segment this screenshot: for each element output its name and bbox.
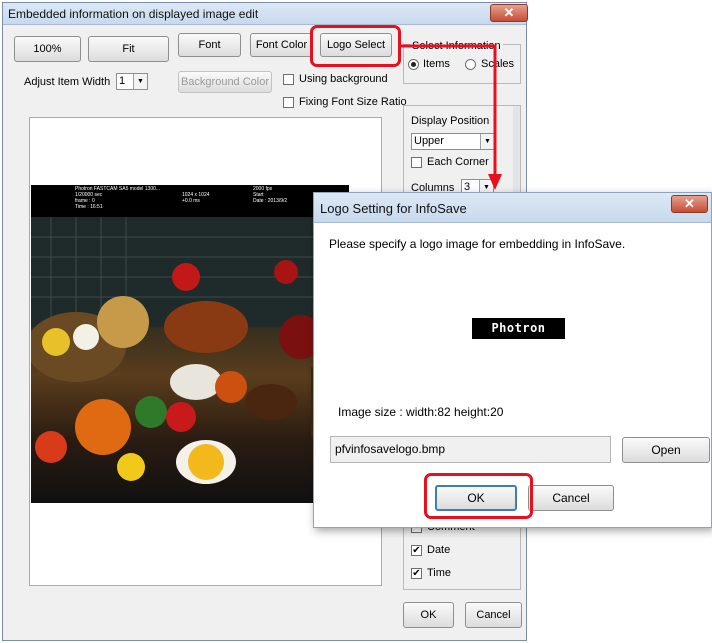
adjust-item-width-label: Adjust Item Width bbox=[24, 76, 111, 88]
overlay-line: +0.0 ms bbox=[182, 198, 200, 204]
font-label: Font bbox=[198, 39, 221, 51]
still-life-photo bbox=[31, 217, 349, 484]
overlay-col1: Photron FASTCAM SA5 model 1300... 1/2000… bbox=[75, 186, 160, 210]
zoom-100-label: 100% bbox=[33, 43, 62, 55]
main-close-button[interactable]: ✕ bbox=[490, 4, 528, 22]
time-checkbox[interactable]: ✔ bbox=[411, 568, 422, 579]
overlay-line: Date : 2013/9/2 bbox=[253, 198, 288, 204]
close-icon: ✕ bbox=[684, 196, 695, 211]
main-titlebar: Embedded information on displayed image … bbox=[3, 3, 528, 25]
font-color-label: Font Color bbox=[255, 39, 308, 51]
image-size-text: Image size : width:82 height:20 bbox=[338, 405, 504, 419]
date-label: Date bbox=[427, 544, 451, 556]
logo-filename-field[interactable]: pfvinfosavelogo.bmp bbox=[330, 436, 611, 463]
using-background-checkbox[interactable] bbox=[283, 74, 294, 85]
background-color-label: Background Color bbox=[180, 76, 270, 88]
background-color-button[interactable]: Background Color bbox=[178, 71, 272, 93]
open-button[interactable]: Open bbox=[622, 437, 710, 463]
dialog-cancel-button[interactable]: Cancel bbox=[528, 485, 614, 511]
using-background-label: Using background bbox=[299, 73, 388, 85]
overlay-col3: 2000 fps Start Date : 2013/9/2 bbox=[253, 186, 287, 204]
fixing-font-size-ratio-checkbox[interactable] bbox=[283, 97, 294, 108]
main-ok-button[interactable]: OK bbox=[403, 602, 454, 628]
open-label: Open bbox=[651, 443, 681, 457]
overlay-line: Time : 16:51 bbox=[75, 204, 103, 210]
dialog-instruction: Please specify a logo image for embeddin… bbox=[329, 237, 626, 251]
checkmark-icon: ✔ bbox=[412, 568, 421, 579]
time-label: Time bbox=[427, 567, 452, 579]
font-button[interactable]: Font bbox=[178, 33, 241, 57]
dialog-cancel-label: Cancel bbox=[552, 491, 590, 505]
adjust-item-width-select[interactable]: 1 ▼ bbox=[116, 73, 148, 90]
dialog-ok-highlight bbox=[424, 473, 533, 519]
overlay-col2: 1024 x 1024 +0.0 ms bbox=[182, 192, 210, 204]
dialog-titlebar: Logo Setting for InfoSave ✕ bbox=[314, 193, 711, 223]
main-ok-label: OK bbox=[420, 609, 437, 621]
logo-filename-value: pfvinfosavelogo.bmp bbox=[335, 442, 446, 456]
fit-label: Fit bbox=[122, 43, 135, 55]
adjust-item-width-value: 1 bbox=[119, 75, 126, 87]
logo-preview-text: Photron bbox=[491, 321, 546, 335]
main-window-title: Embedded information on displayed image … bbox=[8, 7, 259, 21]
font-color-button[interactable]: Font Color bbox=[250, 33, 313, 57]
logo-select-highlight bbox=[310, 25, 401, 67]
fit-button[interactable]: Fit bbox=[88, 36, 169, 62]
dialog-close-button[interactable]: ✕ bbox=[671, 195, 708, 213]
close-icon: ✕ bbox=[503, 5, 515, 20]
main-cancel-label: Cancel bbox=[476, 609, 511, 621]
checkmark-icon: ✔ bbox=[412, 545, 421, 556]
chevron-down-icon: ▼ bbox=[133, 74, 147, 89]
zoom-100-button[interactable]: 100% bbox=[14, 36, 81, 62]
main-cancel-button[interactable]: Cancel bbox=[465, 602, 522, 628]
logo-preview-image: Photron bbox=[472, 318, 565, 339]
dialog-title: Logo Setting for InfoSave bbox=[320, 201, 467, 216]
arrow-connector-icon bbox=[399, 44, 502, 190]
date-checkbox[interactable]: ✔ bbox=[411, 545, 422, 556]
embedded-preview-image: Photron FASTCAM SA5 model 1300... 1/2000… bbox=[31, 185, 349, 503]
